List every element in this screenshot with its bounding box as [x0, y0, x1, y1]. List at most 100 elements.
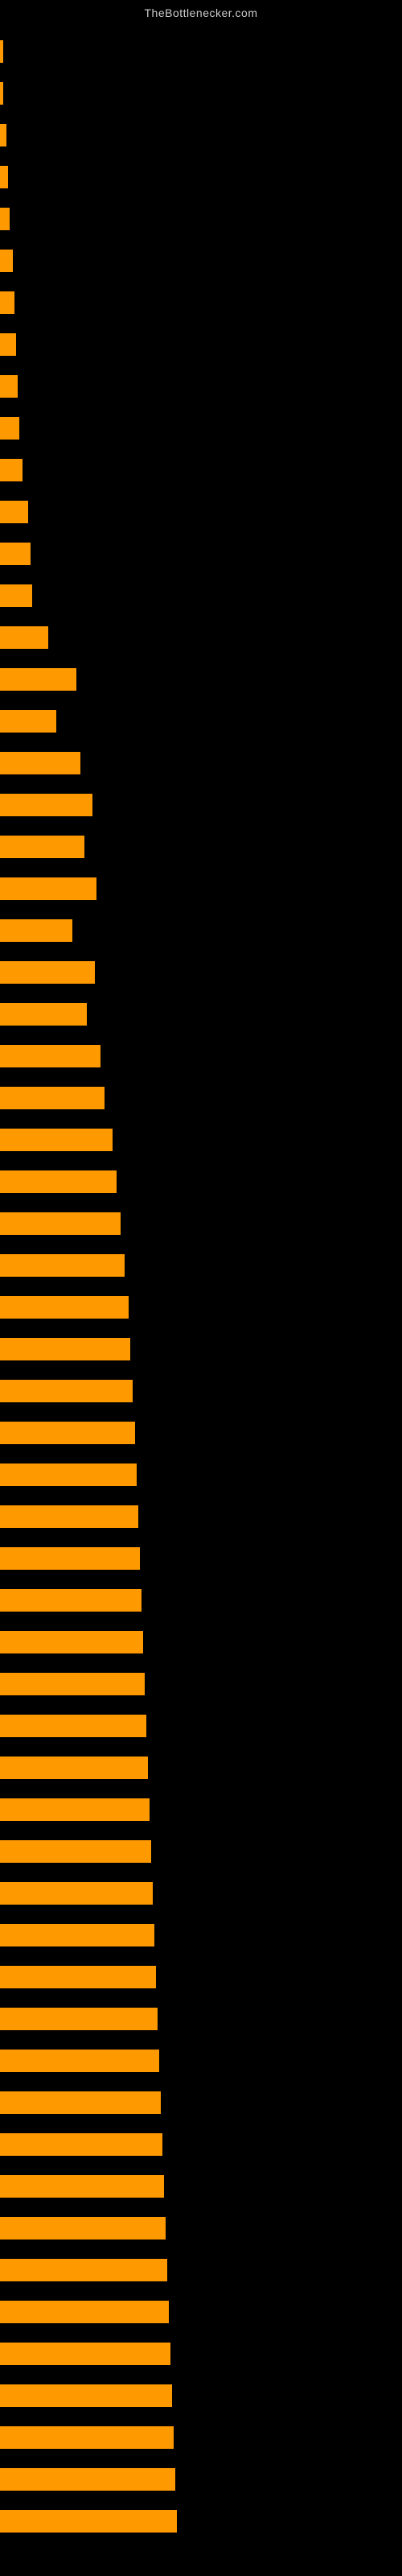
- bar-row: Bottleneck result: [0, 1245, 402, 1286]
- bar-row: Bottleneck result: [0, 1203, 402, 1245]
- bar: Bottleneck result: [0, 2050, 159, 2072]
- bar-row: Bottleneck result: [0, 1998, 402, 2040]
- bar-row: Bottleneck result: [0, 1579, 402, 1621]
- bar-row: Bottleneck result: [0, 1161, 402, 1203]
- bar: Bo: [0, 375, 18, 398]
- bar-label: Bottleneck: [3, 716, 48, 726]
- bar: Bottleneck result: [0, 2510, 177, 2533]
- bar-label: Bott: [3, 549, 21, 559]
- bar: Bottleneck result: [0, 2384, 172, 2407]
- bar: Bottleneck result: [0, 2217, 166, 2240]
- bar-row: Bottleneck result: [0, 2333, 402, 2375]
- bar: [0, 40, 3, 63]
- bar: Bottleneck result: [0, 2301, 169, 2323]
- bar-row: Bottleneck res: [0, 658, 402, 700]
- bar: Bottleneck result: [0, 1798, 150, 1821]
- bar-row: Bottleneck result: [0, 2082, 402, 2124]
- bar-label: Bottl: [3, 507, 23, 517]
- bar: Bottleneck result: [0, 1757, 148, 1779]
- bar-label: Bot: [3, 465, 18, 475]
- bar-label: Bottleneck result: [3, 1847, 75, 1856]
- site-title: TheBottlenecker.com: [0, 0, 402, 23]
- bar-row: Bottleneck result: [0, 1077, 402, 1119]
- bar-label: Bottleneck result: [3, 2056, 75, 2066]
- bar-label: Bottleneck result: [3, 1805, 75, 1814]
- bar-row: E: [0, 198, 402, 240]
- bar-row: Bottleneck result: [0, 868, 402, 910]
- bar-label: Bottleneck result: [3, 1763, 75, 1773]
- bar-label: Bottleneck resu: [3, 758, 70, 768]
- bar-row: Bottleneck result: [0, 1956, 402, 1998]
- bar-row: Bottlenec: [0, 617, 402, 658]
- bar-row: Bottleneck result: [0, 2458, 402, 2500]
- bar-label: Bottl: [3, 591, 23, 601]
- bar-row: B: [0, 324, 402, 365]
- bar-label: Bottleneck result: [3, 1596, 75, 1605]
- bar-label: Bo: [3, 423, 15, 433]
- bar-label: Bottleneck result: [3, 1302, 75, 1312]
- bar-label: Bottleneck result: [3, 2265, 75, 2275]
- bar: Bottleneck result: [0, 1087, 105, 1109]
- bar-row: Bottleneck result: [0, 2207, 402, 2249]
- bars-container: E B E Bo B B Bo Bo Bot Bottl Bott Bottl Bottlenec Bot…: [0, 23, 402, 2542]
- bar-row: Bo: [0, 365, 402, 407]
- bar-label: Bottleneck result: [3, 1344, 75, 1354]
- bar-label: B: [3, 340, 10, 349]
- bar: Bottleneck result: [0, 2008, 158, 2030]
- bar-label: E: [3, 130, 6, 140]
- bar: Bottleneck re: [0, 919, 72, 942]
- bar: Bottleneck result: [0, 1422, 135, 1444]
- bar-label: Bottleneck result: [3, 2140, 75, 2149]
- bar: Bottleneck resu: [0, 836, 84, 858]
- bar: Bottl: [0, 584, 32, 607]
- bar-label: Bottleneck result: [3, 1554, 75, 1563]
- bar-row: [0, 72, 402, 114]
- bar-row: Bottleneck re: [0, 910, 402, 952]
- bar: Bottleneck result: [0, 2175, 164, 2198]
- bar-label: Bottleneck result: [3, 1721, 75, 1731]
- bar: Bottleneck result: [0, 1338, 130, 1360]
- bar: E: [0, 208, 10, 230]
- bar-label: Bottleneck result: [3, 2475, 75, 2484]
- bar: [0, 82, 3, 105]
- bar-label: Bottleneck result: [3, 968, 75, 977]
- bar-label: Bottleneck resu: [3, 842, 70, 852]
- bar-row: Bottleneck result: [0, 1370, 402, 1412]
- bar: Bottleneck result: [0, 2259, 167, 2281]
- bar-label: Bottleneck result: [3, 2182, 75, 2191]
- bar: Bottleneck result: [0, 1715, 146, 1737]
- bar: Bottleneck result: [0, 1505, 138, 1528]
- bar-label: Bottleneck result: [3, 1512, 75, 1521]
- bar: Bottleneck result: [0, 2343, 170, 2365]
- bar: Bottleneck resu: [0, 1003, 87, 1026]
- bar-label: E: [3, 214, 9, 224]
- bar-label: Bottleneck result: [3, 884, 75, 894]
- bar-row: Bottleneck result: [0, 784, 402, 826]
- bar: B: [0, 166, 8, 188]
- bar: Bottleneck result: [0, 2091, 161, 2114]
- bar-row: Bottleneck resu: [0, 826, 402, 868]
- bar: Bottleneck res: [0, 668, 76, 691]
- bar: Bottleneck result: [0, 1589, 142, 1612]
- bar-label: B: [3, 298, 10, 308]
- bar-label: Bottleneck result: [3, 2349, 75, 2359]
- bar-row: Bottleneck result: [0, 1119, 402, 1161]
- bar-row: Bottleneck result: [0, 2040, 402, 2082]
- bar: E: [0, 124, 6, 147]
- bar-label: Bottleneck result: [3, 2014, 75, 2024]
- bar: Bottleneck result: [0, 1254, 125, 1277]
- bar-row: Bottleneck resu: [0, 742, 402, 784]
- bar-row: Bo: [0, 240, 402, 282]
- bar-label: Bottleneck result: [3, 2307, 75, 2317]
- bar-row: Bottleneck result: [0, 1747, 402, 1789]
- bar: Bottleneck result: [0, 1463, 137, 1486]
- bar-label: Bottleneck result: [3, 1428, 75, 1438]
- bar: Bottleneck result: [0, 1129, 113, 1151]
- bar-label: Bottleneck result: [3, 1219, 75, 1228]
- bar-label: Bo: [3, 256, 13, 266]
- bar-label: Bottleneck result: [3, 1470, 75, 1480]
- bar-label: Bottleneck result: [3, 800, 75, 810]
- bar-row: Bottleneck result: [0, 1789, 402, 1831]
- bar-label: Bottleneck result: [3, 1261, 75, 1270]
- bar-row: Bottleneck result: [0, 1621, 402, 1663]
